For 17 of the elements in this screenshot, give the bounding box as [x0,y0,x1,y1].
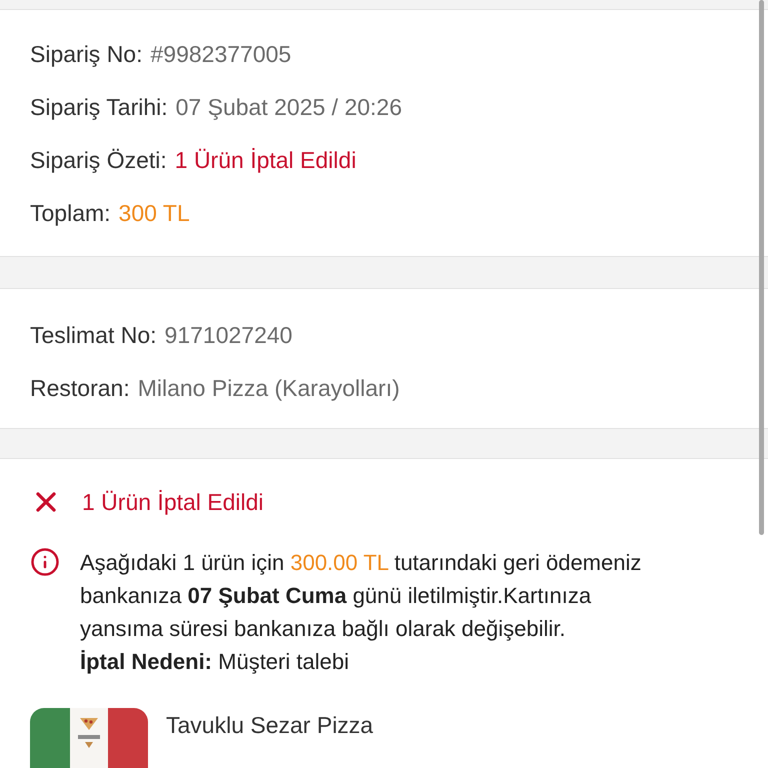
field-value: #9982377005 [150,40,292,69]
product-name: Tavuklu Sezar Pizza [166,710,374,740]
field-value: 9171027240 [164,321,292,350]
info-icon [30,546,60,576]
field-label: Sipariş No: [30,40,142,69]
refund-message: Aşağıdaki 1 ürün için 300.00 TL tutarındaki geri ödemeniz bankanıza 07 Şubat Cuma günü iletilmiştir.Kartınıza yansıma süresi bankanıza bağlı olarak değişebilir. [80,548,642,643]
field-value: 300 TL [118,199,190,228]
field-value: 1 Ürün İptal Edildi [174,146,356,175]
field-label: Sipariş Özeti: [30,146,167,175]
field-label: Restoran: [30,374,130,403]
field-value: Milano Pizza (Karayolları) [138,374,400,403]
field-value: 07 Şubat 2025 / 20:26 [176,93,402,122]
field-label: Sipariş Tarihi: [30,93,168,122]
field-label: Teslimat No: [30,321,157,350]
cancel-title: 1 Ürün İptal Edildi [82,488,264,517]
field-label: Toplam: [30,199,111,228]
cancel-reason: İptal Nedeni: Müşteri talebi [80,648,350,676]
